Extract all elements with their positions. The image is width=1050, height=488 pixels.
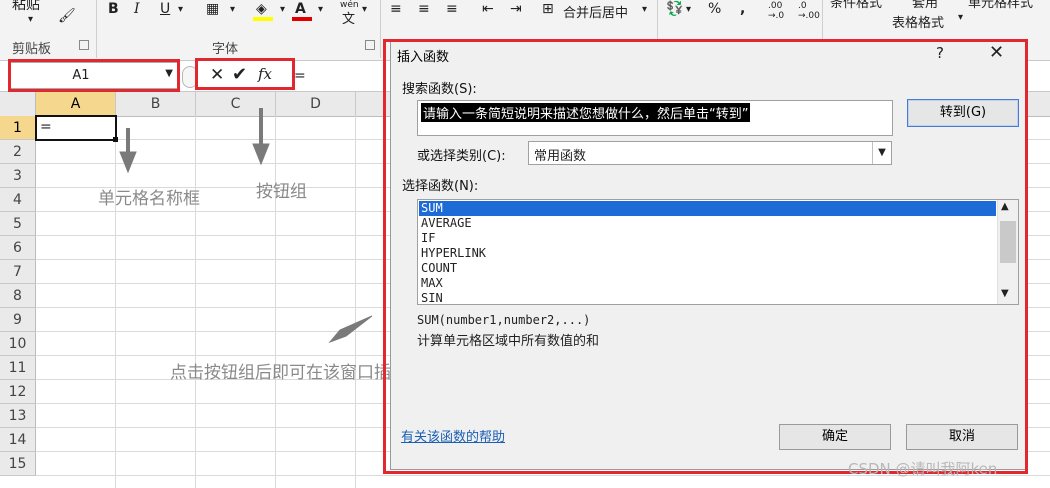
arrow-head: [252, 143, 270, 166]
arrow-left-icon: [328, 315, 373, 344]
arrow-head: [119, 151, 137, 174]
watermark: CSDN @请叫我阿ken: [848, 460, 998, 478]
button-group-annotation: 按钮组: [256, 182, 307, 202]
dialog-highlight: [383, 39, 1028, 474]
name-box-annotation: 单元格名称框: [98, 189, 200, 209]
